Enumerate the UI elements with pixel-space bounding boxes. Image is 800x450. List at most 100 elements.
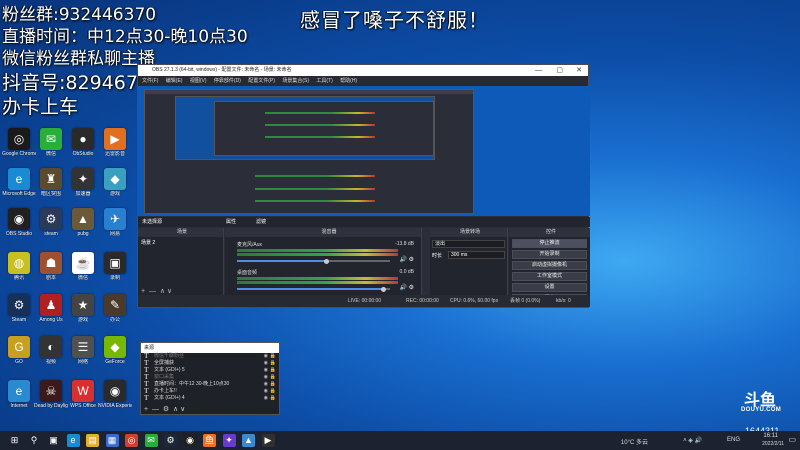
lock-icon[interactable]: 🔒 [270,374,276,381]
desktop-icon[interactable]: ▣ 录制 [98,252,132,281]
desktop-icon[interactable]: ☠Dead by Daylight [34,380,68,409]
settings-button[interactable]: 设置 [512,283,587,292]
menu-view[interactable]: 视图(V) [190,78,207,84]
visibility-eye-icon[interactable]: ◉ [264,353,268,360]
desktop-icon[interactable]: ✦ 加速器 [66,168,100,197]
visibility-eye-icon[interactable]: ◉ [264,374,268,381]
taskbar-app-icon[interactable]: ▲ [242,434,255,447]
lock-icon[interactable]: 🔒 [270,381,276,388]
language-indicator[interactable]: ENG [727,437,740,443]
taskbar-obs-icon[interactable]: ◉ [183,434,197,447]
tray-icons[interactable]: ˄ ◈ 🔊 [683,437,702,444]
visibility-eye-icon[interactable]: ◉ [264,388,268,395]
start-recording-button[interactable]: 开始录制 [512,250,587,259]
desktop-icon[interactable]: W WPS Office [66,380,100,409]
menu-edit[interactable]: 编辑(E) [166,78,183,84]
remove-source-icon[interactable]: — [152,406,159,413]
desktop-icon[interactable]: ✎ 办公 [98,294,132,323]
taskbar-media-icon[interactable]: ▶ [261,434,275,447]
desktop-volume-slider[interactable] [237,286,390,292]
source-settings-icon[interactable]: ⚙ [163,406,169,413]
duration-field[interactable]: 300 ms [448,251,505,259]
desktop-icon[interactable]: ● ObStudio [66,128,100,157]
taskbar-search-icon[interactable]: ⚲ [27,434,41,447]
close-icon[interactable]: ✕ [576,65,582,76]
desktop-icon[interactable]: ✈ 网易 [98,208,132,237]
source-row[interactable]: T 直播时间：中午12 30-晚上10点30 ◉ 🔒 [141,381,279,388]
source-row[interactable]: T 微信千聊粉丝 ◉ 🔒 [141,353,279,360]
desktop-icon[interactable]: ☰ 网络 [66,336,100,365]
obs-titlebar[interactable]: OBS 27.1.3 (64-bit, windows) - 配置文件: 未命名… [138,65,588,76]
obs-preview[interactable] [138,86,590,216]
virtual-camera-button[interactable]: 启动虚拟摄像机 [512,261,587,270]
visibility-eye-icon[interactable]: ◉ [264,367,268,374]
add-source-icon[interactable]: + [144,406,148,413]
taskbar-douyu-icon[interactable]: 鱼 [203,434,216,447]
add-scene-icon[interactable]: + [141,288,145,295]
desktop-speaker-icon[interactable]: 🔊 ⚙ [399,284,414,291]
visibility-eye-icon[interactable]: ◉ [264,381,268,388]
desktop-icon[interactable]: ☕ 微信 [66,252,100,281]
studio-mode-button[interactable]: 工作室模式 [512,272,587,281]
mic-speaker-icon[interactable]: 🔊 ⚙ [399,256,414,263]
move-up-icon[interactable]: ∧ [160,288,165,295]
move-down-icon[interactable]: ∨ [167,288,172,295]
desktop-icon[interactable]: ◎ Google Chrome [2,128,36,157]
visibility-eye-icon[interactable]: ◉ [264,395,268,402]
taskbar-chrome-icon[interactable]: ◎ [125,434,138,447]
desktop-icon[interactable]: ★ 游戏 [66,294,100,323]
source-row[interactable]: T 窗口采集 ◉ 🔒 [141,374,279,381]
source-down-icon[interactable]: ∨ [180,406,185,413]
scene-item[interactable]: 场景 2 [141,239,220,246]
text-sources-panel[interactable]: 来源 T 微信千聊粉丝 ◉ 🔒 T 全屏捕获 ◉ 🔒 T 文本 (GDI+) 5 ◉ 🔒 T 窗口采集 ◉ 🔒… [140,342,280,415]
taskbar-tool-icon[interactable]: ✦ [222,434,236,447]
properties-button[interactable]: 属性 [226,217,236,227]
lock-icon[interactable]: 🔒 [270,360,276,367]
desktop-icon[interactable]: e Internet [2,380,36,409]
mic-volume-slider[interactable] [237,258,390,264]
minimize-icon[interactable]: — [535,65,542,76]
clock-date[interactable]: 2022/2/11 [762,441,784,447]
desktop-icon[interactable]: ◐ 视频 [34,336,68,365]
stop-streaming-button[interactable]: 停止推流 [512,239,587,248]
taskbar-taskview-icon[interactable]: ▣ [47,434,60,447]
clock-time[interactable]: 16:11 [763,433,778,439]
desktop-icon[interactable]: ♟ Among Us [34,294,68,323]
desktop-icon[interactable]: ⚙ steam [34,208,68,237]
menu-scene-collection[interactable]: 场景集合(S) [282,78,309,84]
source-row[interactable]: T 文本 (GDI+) 4 ◉ 🔒 [141,395,279,402]
taskbar-steam-icon[interactable]: ⚙ [164,434,177,447]
desktop-icon[interactable]: ◆ GeForce [98,336,132,365]
taskbar-store-icon[interactable]: ▦ [105,434,119,447]
source-up-icon[interactable]: ∧ [173,406,178,413]
source-row[interactable]: T 文本 (GDI+) 5 ◉ 🔒 [141,367,279,374]
taskbar-edge-icon[interactable]: e [66,434,80,447]
source-row[interactable]: T 全屏捕获 ◉ 🔒 [141,360,279,367]
desktop-icon[interactable]: G GO [2,336,36,365]
desktop-icon[interactable]: ☗ 剧本 [34,252,68,281]
obs-window[interactable]: OBS 27.1.3 (64-bit, windows) - 配置文件: 未命名… [137,64,590,308]
menu-docks[interactable]: 停靠部件(D) [214,78,241,84]
desktop-icon[interactable]: ⚙ Steam [2,294,36,323]
desktop-icon[interactable]: ◉NVIDIA Experience [98,380,132,409]
taskbar-start-icon[interactable]: ⊞ [8,434,21,447]
notification-icon[interactable]: ▭ [788,435,796,444]
filters-button[interactable]: 滤镜 [256,217,266,227]
desktop-icon[interactable]: ✉ 微信 [34,128,68,157]
desktop-icon[interactable]: ▲ pubg [66,208,100,237]
taskbar-wechat-icon[interactable]: ✉ [144,434,158,447]
menu-tools[interactable]: 工具(T) [316,78,332,84]
desktop-icon[interactable]: ◍ 腾讯 [2,252,36,281]
lock-icon[interactable]: 🔒 [270,367,276,374]
taskbar-folder-icon[interactable]: ▤ [86,434,99,447]
desktop-icon[interactable]: ◆ 游戏 [98,168,132,197]
lock-icon[interactable]: 🔒 [270,395,276,402]
transition-select[interactable]: 淡出 [432,240,505,248]
menu-profile[interactable]: 配置文件(P) [248,78,275,84]
maximize-icon[interactable]: ▢ [556,65,563,76]
desktop-icon[interactable]: ♜ 暗区突围 [34,168,68,197]
desktop-icon[interactable]: e Microsoft Edge [2,168,36,197]
desktop-icon[interactable]: ◉ OBS Studio [2,208,36,237]
desktop-icon[interactable]: ▶ 迅雷影音 [98,128,132,157]
lock-icon[interactable]: 🔒 [270,353,276,360]
